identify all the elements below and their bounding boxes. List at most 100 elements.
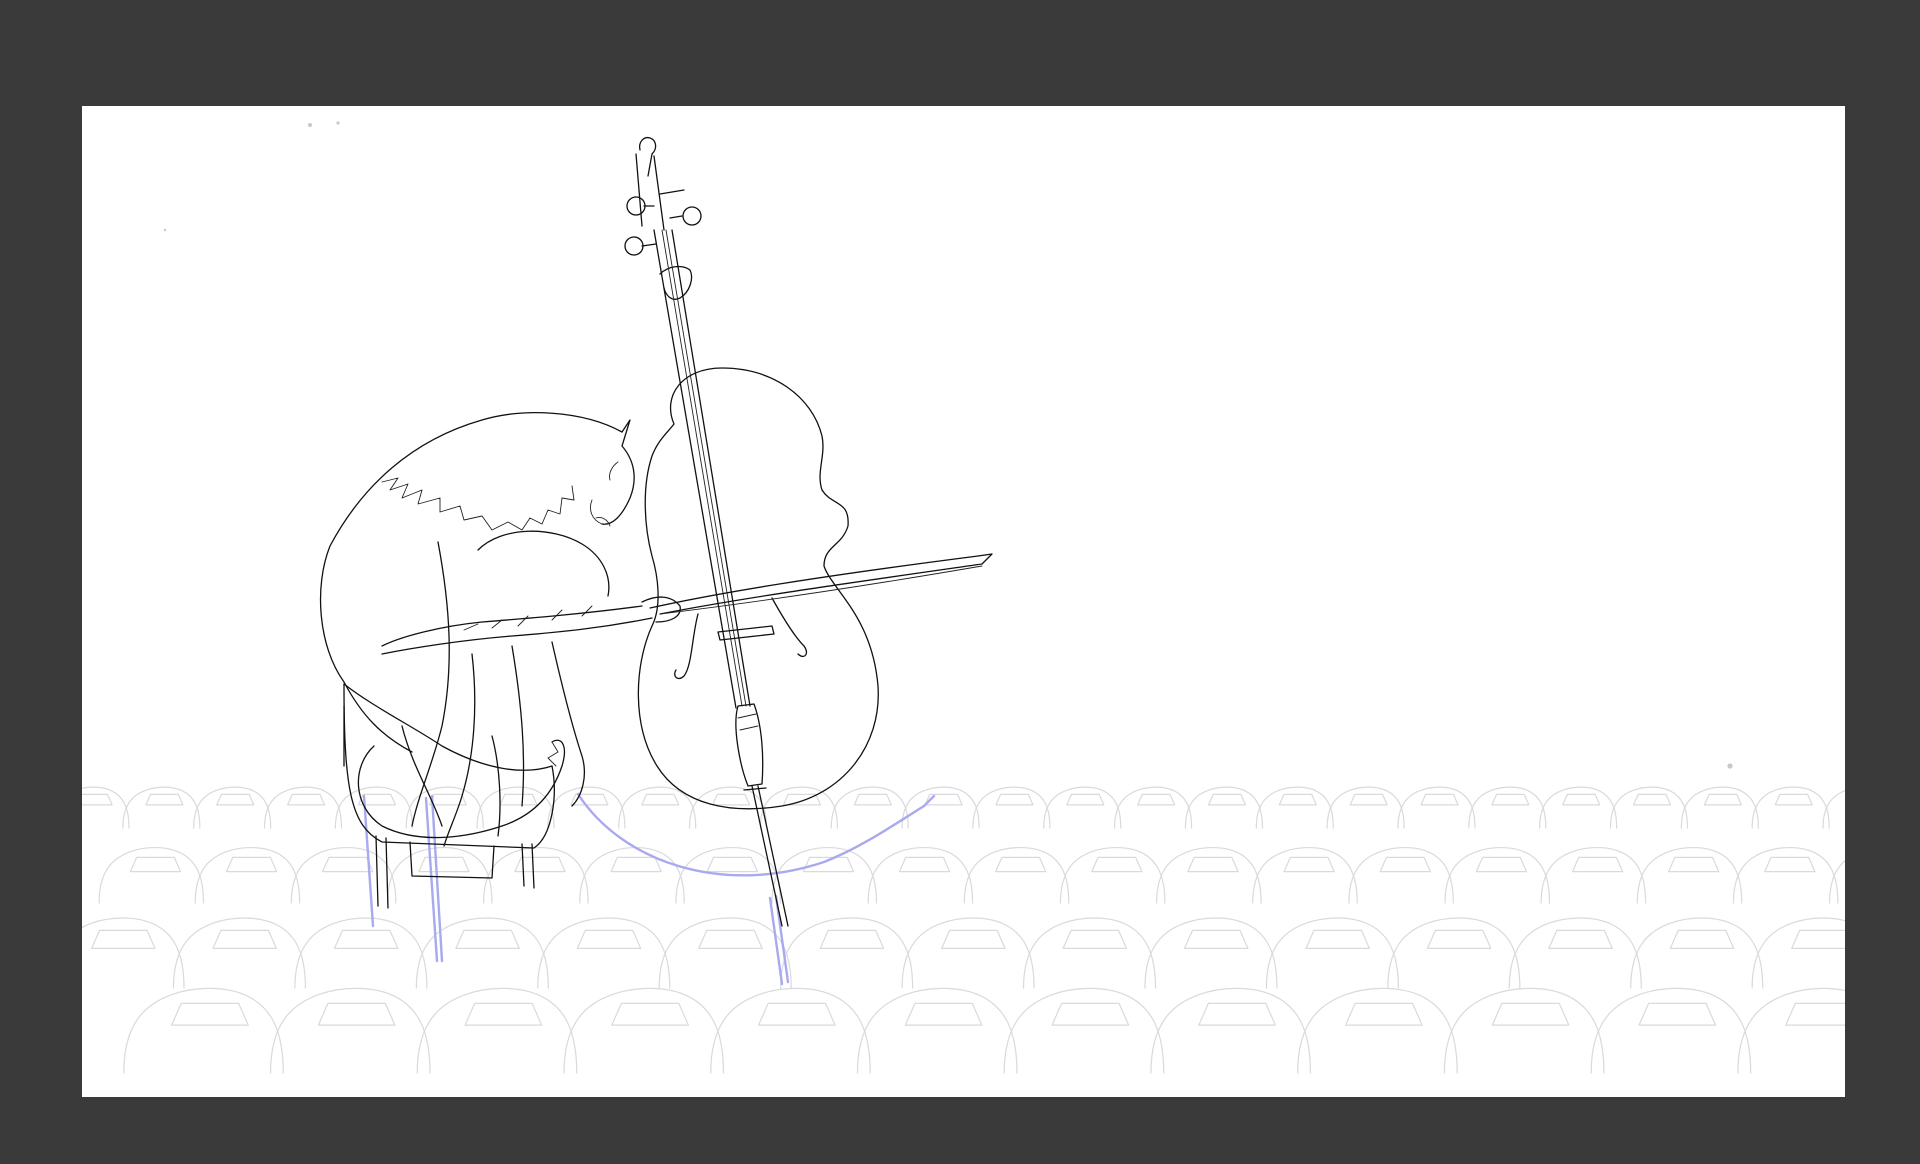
car-outline [1636, 846, 1743, 904]
car-outline [780, 917, 914, 989]
car-window [464, 1002, 543, 1026]
car-window [611, 1002, 690, 1026]
car-window [698, 929, 763, 949]
cello-drawing [624, 136, 993, 927]
canvas-specks [163, 121, 1733, 769]
car-window [1207, 793, 1247, 806]
car-outline [482, 846, 589, 904]
car-window [1062, 929, 1128, 949]
car-outline [1387, 917, 1521, 989]
car-outline [563, 987, 725, 1074]
car-outline [1255, 786, 1334, 829]
car-window [1137, 793, 1176, 806]
car-window [1278, 793, 1317, 806]
car-outline [269, 987, 431, 1074]
car-outline [1150, 987, 1312, 1074]
car-window [1051, 1002, 1130, 1026]
car-outline [476, 786, 555, 829]
car-outline [294, 917, 428, 989]
car-window [1562, 793, 1601, 806]
car-outline [658, 917, 792, 989]
car-outline [972, 786, 1051, 829]
car-outline [290, 846, 397, 904]
car-window [610, 856, 662, 873]
car-window [225, 856, 278, 873]
car-outline [1265, 917, 1399, 989]
car-outline [856, 987, 1018, 1074]
car-outline [82, 917, 185, 989]
car-outline [172, 917, 307, 989]
car-outline [710, 987, 871, 1074]
car-outline [771, 846, 878, 904]
car-outline [263, 786, 343, 829]
construction-lines [362, 792, 936, 986]
car-outline [386, 846, 493, 904]
car-window [1066, 793, 1105, 806]
car-window [1305, 929, 1370, 949]
car-window [941, 929, 1006, 949]
car-window [1344, 1002, 1423, 1026]
car-outline [579, 846, 685, 904]
car-outline [122, 786, 201, 829]
car-outline [1737, 987, 1845, 1074]
car-outline [1297, 987, 1458, 1074]
car-outline [867, 846, 974, 904]
car-outline [1144, 917, 1278, 989]
car-window [853, 793, 892, 806]
car-window [1420, 793, 1459, 806]
car-outline [1114, 786, 1193, 829]
car-outline [193, 786, 272, 829]
car-outline [537, 917, 671, 989]
car-window [1548, 929, 1613, 949]
car-window [322, 856, 374, 873]
car-window [418, 856, 470, 873]
car-outline [1468, 786, 1547, 829]
car-window [1632, 793, 1672, 806]
car-outline [98, 846, 205, 904]
car-outline [901, 786, 980, 829]
car-window [216, 793, 255, 806]
car-outline [1539, 786, 1618, 829]
car-window [1669, 929, 1735, 949]
car-window [91, 929, 156, 949]
car-outline [1348, 846, 1454, 904]
car-outline [1184, 786, 1264, 829]
car-window [819, 929, 885, 949]
car-window [145, 793, 184, 806]
car-window [712, 793, 751, 806]
car-outline [1751, 786, 1830, 829]
car-outline [416, 987, 578, 1074]
car-outline [963, 846, 1070, 904]
car-outline [1508, 917, 1642, 989]
car-outline [1443, 987, 1605, 1074]
car-outline [334, 786, 413, 829]
car-window [333, 929, 399, 949]
car-window [212, 929, 277, 949]
car-outline [1326, 786, 1405, 829]
car-outline [1022, 917, 1157, 989]
car-window [576, 929, 642, 949]
car-window [1349, 793, 1388, 806]
car-outline [1043, 786, 1122, 829]
car-outline [1732, 846, 1839, 904]
car-outline [1444, 846, 1551, 904]
car-window [904, 1002, 983, 1026]
car-outline [1155, 846, 1262, 904]
car-outline [1609, 786, 1689, 829]
drawing-canvas[interactable] [82, 106, 1845, 1097]
car-window [129, 856, 182, 873]
car-window [1198, 1002, 1276, 1026]
car-window [455, 929, 520, 949]
car-window [171, 1002, 249, 1026]
car-outline [1397, 786, 1476, 829]
car-outline [1680, 786, 1759, 829]
car-window [1183, 929, 1249, 949]
car-window [1187, 856, 1239, 873]
artwork [82, 121, 1845, 1074]
car-window [1638, 1002, 1717, 1026]
car-window [757, 1002, 836, 1026]
car-window [82, 793, 113, 806]
background-cars-sketch [82, 786, 1845, 1074]
car-window [995, 856, 1047, 873]
car-window [1764, 856, 1816, 873]
